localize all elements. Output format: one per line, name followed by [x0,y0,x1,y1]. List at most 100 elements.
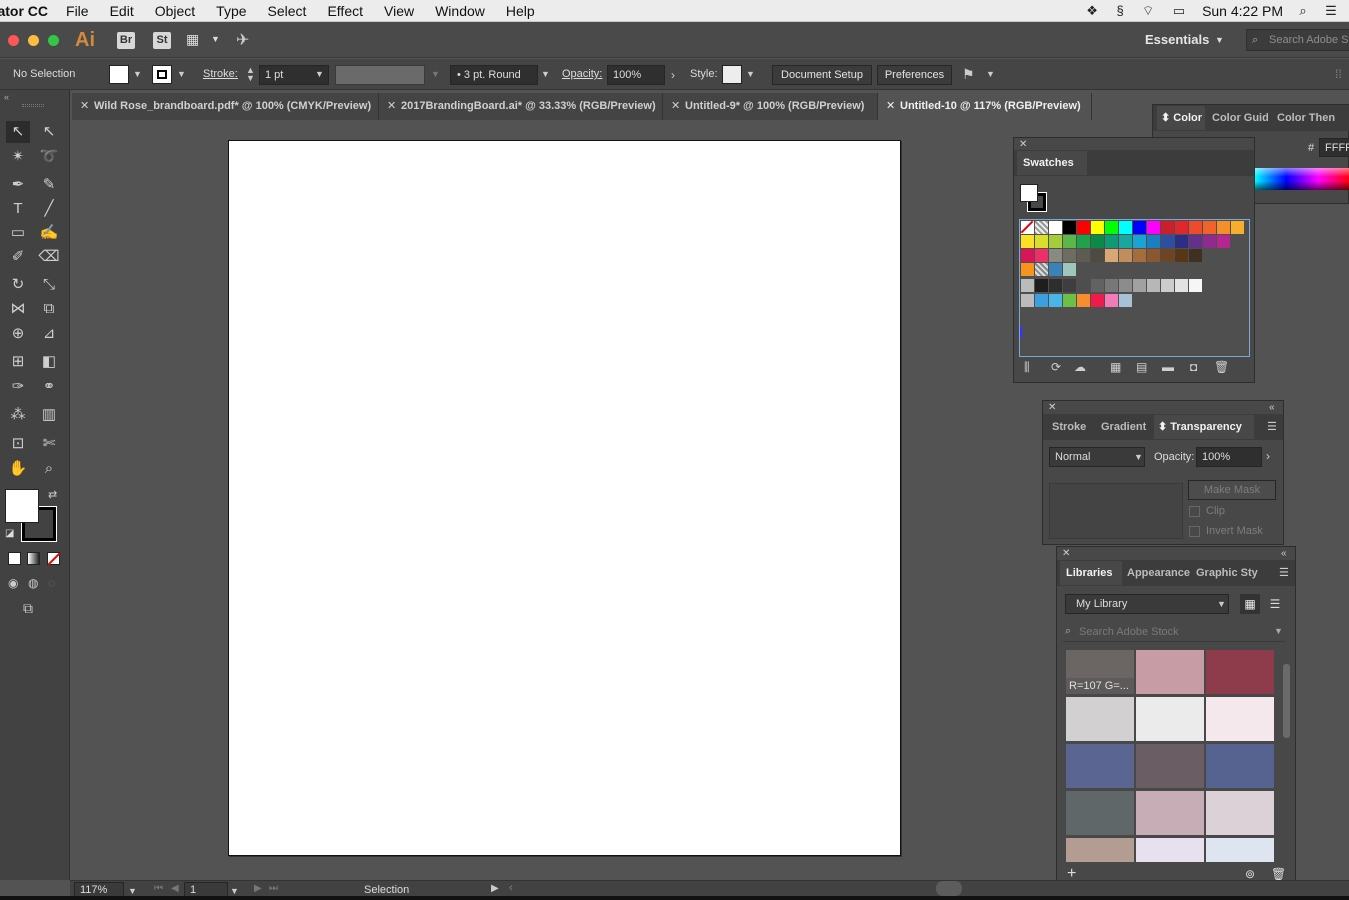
blend-mode-select[interactable]: Normal [1049,447,1145,467]
gpu-performance-icon[interactable]: ✈ [236,30,249,50]
none-swatch[interactable] [1020,220,1034,234]
menu-object[interactable]: Object [155,3,195,19]
library-color-swatch[interactable] [1066,791,1134,835]
library-color-swatch[interactable] [1136,791,1204,835]
tab-graphic-styles[interactable]: Graphic Styl [1196,561,1258,585]
menu-help[interactable]: Help [506,3,535,19]
arrange-icon[interactable]: ⚑ [962,66,975,83]
stroke-label[interactable]: Stroke: [203,68,238,80]
artboard-tool-icon[interactable]: ⊡ [6,433,30,455]
column-graph-tool-icon[interactable]: ▥ [37,404,61,426]
shaper-tool-icon[interactable]: ✐ [6,246,30,268]
swatch[interactable] [1119,294,1132,307]
rotate-tool-icon[interactable]: ↻ [6,274,30,296]
close-icon[interactable]: ✕ [80,93,89,120]
symbol-sprayer-tool-icon[interactable]: ⁂ [6,404,30,426]
draw-inside-icon[interactable]: ◌ [48,576,55,590]
color-mode-icon[interactable] [8,552,21,565]
list-view-icon[interactable]: ☰ [1265,594,1285,614]
free-transform-tool-icon[interactable]: ⧉ [37,298,61,320]
chevron-down-icon[interactable]: ▼ [128,886,137,896]
panel-menu-icon[interactable]: ☰ [1279,566,1289,579]
tab-swatches[interactable]: Swatches [1017,151,1087,175]
scroll-left-icon[interactable]: ‹ [509,882,513,894]
pattern-swatch[interactable] [1049,263,1062,276]
status-menu-icon[interactable]: ▶ [491,883,499,894]
library-color-swatch[interactable] [1066,838,1134,862]
swatch[interactable] [1133,249,1146,262]
hex-field[interactable]: FFFFF [1319,138,1349,157]
swatch-options-icon[interactable]: ▤ [1136,360,1147,374]
swatch[interactable] [1105,249,1118,262]
invert-mask-checkbox[interactable] [1189,526,1200,537]
mesh-tool-icon[interactable]: ⊞ [6,351,30,373]
fill-color-front[interactable] [5,489,39,523]
swatch[interactable] [1091,294,1104,307]
swatch[interactable] [1035,235,1048,248]
pen-tool-icon[interactable]: ✒ [6,174,30,196]
tab-stroke[interactable]: Stroke [1052,415,1086,439]
app-menu[interactable]: rator CC [0,3,48,19]
collapse-icon[interactable]: « [1269,402,1275,413]
document-tab[interactable]: ✕ Wild Rose_brandboard.pdf* @ 100% (CMYK/… [72,93,379,120]
close-icon[interactable]: ✕ [886,93,895,120]
chevron-down-icon[interactable]: ▼ [133,69,142,79]
swatch[interactable] [1035,279,1048,292]
library-color-swatch[interactable] [1136,744,1204,788]
swatch-kind-icon[interactable]: ▦ [1110,360,1121,374]
swatch[interactable] [1147,279,1160,292]
swatch[interactable] [1161,279,1174,292]
trash-icon[interactable]: 🗑 [1271,867,1286,881]
swatch[interactable] [1063,279,1076,292]
pattern-swatch[interactable] [1063,263,1076,276]
swatch[interactable] [1175,235,1188,248]
swatch[interactable] [1077,235,1090,248]
chevron-down-icon[interactable]: ▼ [230,886,239,896]
shape-builder-tool-icon[interactable]: ⊕ [6,323,30,345]
document-tab-active[interactable]: ✕ Untitled-10 @ 117% (RGB/Preview) [878,93,1092,120]
swatch[interactable] [1077,294,1090,307]
new-swatch-icon[interactable]: ◘ [1190,360,1197,374]
swatch[interactable] [1147,235,1160,248]
scrollbar-thumb[interactable] [1283,664,1290,738]
swatch[interactable] [1147,249,1160,262]
swatch[interactable] [1105,279,1118,292]
zoom-tool-icon[interactable]: ⌕ [37,458,61,480]
curvature-tool-icon[interactable]: ✎ [37,174,61,196]
swatch[interactable] [1161,249,1174,262]
previous-page-icon[interactable]: ◀ [171,883,179,894]
color-group-folder-icon[interactable] [1021,279,1034,292]
swatch[interactable] [1231,221,1244,234]
preferences-button[interactable]: Preferences [877,65,952,85]
chevron-right-icon[interactable]: › [1266,449,1270,463]
swatch[interactable] [1119,235,1132,248]
chevron-down-icon[interactable]: ▼ [431,69,440,79]
grip-icon[interactable] [22,104,44,107]
library-color-swatch[interactable] [1206,791,1274,835]
chevron-down-icon[interactable]: ▼ [211,34,220,44]
swatch[interactable] [1217,221,1230,234]
sync-icon[interactable]: § [1112,4,1128,18]
search-stock-input[interactable]: ⌕ Search Adobe St [1246,29,1349,51]
swatch[interactable] [1077,221,1090,234]
swatch[interactable] [1105,235,1118,248]
cloud-icon[interactable]: ☁ [1074,360,1086,374]
library-color-swatch[interactable] [1066,697,1134,741]
library-color-swatch[interactable] [1136,650,1204,694]
chevron-down-icon[interactable]: ▼ [1274,626,1283,636]
swatch[interactable] [1077,279,1090,292]
color-group-folder-icon[interactable] [1021,294,1034,307]
document-tab[interactable]: ✕ 2017BrandingBoard.ai* @ 33.33% (RGB/Pre… [379,93,663,120]
last-page-icon[interactable]: ⏭ [269,883,278,894]
swatch[interactable] [1049,294,1062,307]
swatch-libraries-menu-icon[interactable]: ⫼ [1024,360,1030,375]
swatch[interactable] [1203,221,1216,234]
chevron-down-icon[interactable]: ▼ [177,69,186,79]
menu-select[interactable]: Select [268,3,307,19]
swatch[interactable] [1049,235,1062,248]
first-page-icon[interactable]: ⏮ [154,883,163,894]
stroke-swatch[interactable] [152,65,172,84]
none-mode-icon[interactable] [47,552,61,566]
eyedropper-tool-icon[interactable]: ✑ [6,376,30,398]
fill-swatch[interactable] [109,65,129,84]
